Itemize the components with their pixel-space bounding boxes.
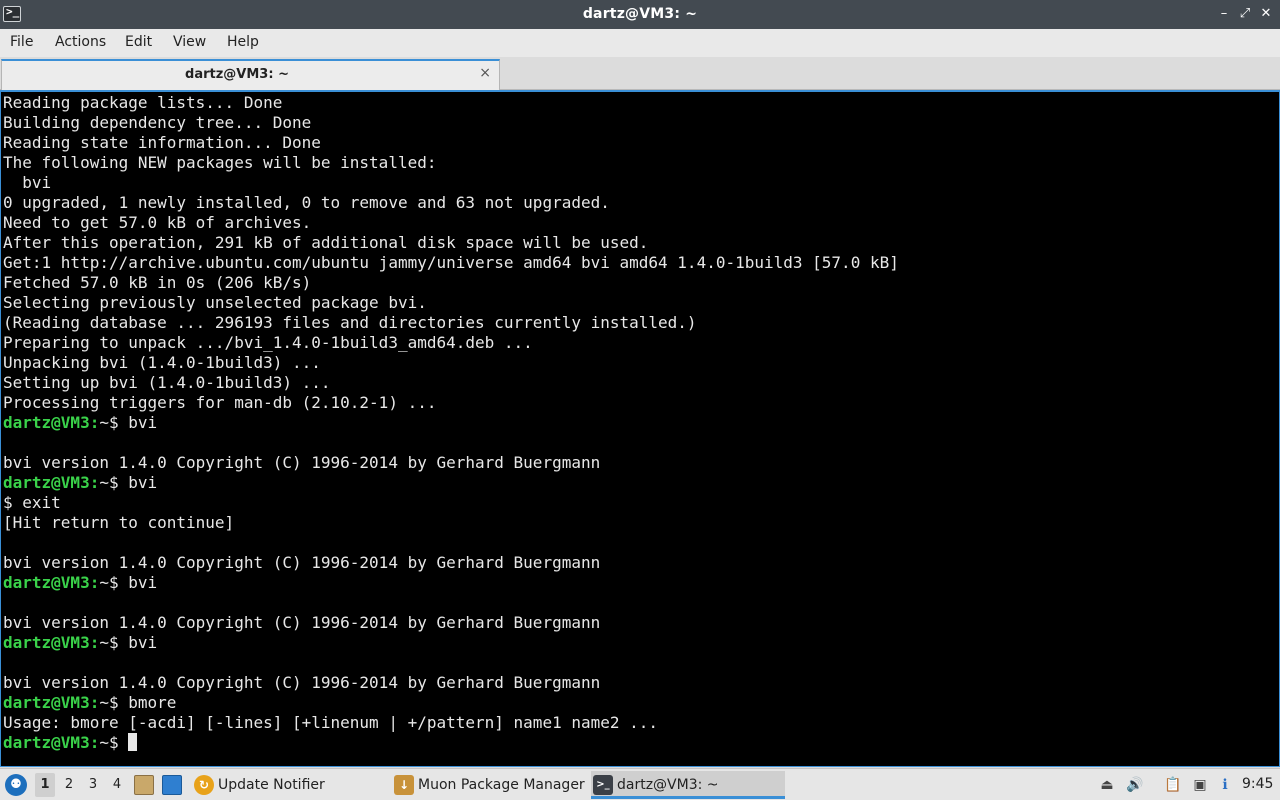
workspace-1[interactable]: 1	[35, 773, 55, 797]
terminal-output-line: Unpacking bvi (1.4.0-1build3) ...	[3, 353, 321, 372]
clipboard-icon[interactable]: 📋	[1164, 776, 1182, 794]
menu-help[interactable]: Help	[227, 34, 259, 50]
command-text: bvi	[118, 573, 158, 592]
desktop-icon[interactable]	[162, 775, 182, 795]
workspace-2[interactable]: 2	[59, 777, 79, 792]
terminal-area[interactable]: Reading package lists... Done Building de…	[0, 90, 1280, 767]
prompt-path: ~$	[99, 633, 119, 652]
file-manager-icon[interactable]	[134, 775, 154, 795]
task-update-notifier[interactable]: ↻ Update Notifier	[192, 771, 388, 799]
maximize-icon[interactable]: ⤢	[1236, 5, 1254, 23]
notification-icon[interactable]: ℹ	[1216, 776, 1234, 794]
command-text: bmore	[118, 693, 177, 712]
close-icon[interactable]: ✕	[1257, 5, 1275, 23]
terminal-output-line: bvi version 1.4.0 Copyright (C) 1996-201…	[3, 613, 601, 632]
command-text	[119, 733, 129, 752]
shell-prompt: dartz@VM3:	[3, 633, 100, 652]
terminal-icon: >_	[593, 775, 613, 795]
terminal-output-line: Reading package lists... Done	[3, 93, 283, 112]
terminal-output-line: Fetched 57.0 kB in 0s (206 kB/s)	[3, 273, 312, 292]
tab-bar: dartz@VM3: ~ ×	[0, 57, 1280, 90]
terminal-output-line: (Reading database ... 296193 files and d…	[3, 313, 697, 332]
task-muon-package-manager[interactable]: ↓ Muon Package Manager	[392, 771, 588, 799]
terminal-prompt-line: dartz@VM3:~$	[3, 733, 899, 753]
terminal-output-line: Selecting previously unselected package …	[3, 293, 427, 312]
taskbar: ⚉ 1 2 3 4 ↻ Update Notifier ↓ Muon Packa…	[0, 768, 1280, 800]
terminal-output-line: Usage: bmore [-acdi] [-lines] [+linenum …	[3, 713, 659, 732]
muon-package-icon: ↓	[394, 775, 414, 795]
removable-media-icon[interactable]: ⏏	[1098, 776, 1116, 794]
volume-icon[interactable]: 🔊	[1126, 776, 1144, 794]
terminal-output-line: [Hit return to continue]	[3, 513, 235, 532]
terminal-prompt-line: dartz@VM3:~$ bmore	[3, 693, 899, 713]
terminal-output-line: After this operation, 291 kB of addition…	[3, 233, 649, 252]
lubuntu-menu-icon[interactable]: ⚉	[5, 774, 27, 796]
terminal-prompt-line: dartz@VM3:~$ bvi	[3, 473, 899, 493]
terminal-prompt-line: dartz@VM3:~$ bvi	[3, 413, 899, 433]
tab-label: dartz@VM3: ~	[185, 67, 289, 82]
window-title: dartz@VM3: ~	[582, 6, 698, 22]
menu-edit[interactable]: Edit	[125, 34, 152, 50]
terminal-output-line: bvi version 1.4.0 Copyright (C) 1996-201…	[3, 453, 601, 472]
workspace-4[interactable]: 4	[107, 777, 127, 792]
terminal-prompt-line: dartz@VM3:~$ bvi	[3, 633, 899, 653]
task-label: Muon Package Manager	[418, 777, 585, 793]
terminal-output-line: bvi version 1.4.0 Copyright (C) 1996-201…	[3, 673, 601, 692]
command-text: bvi	[118, 633, 158, 652]
terminal-output-line: bvi version 1.4.0 Copyright (C) 1996-201…	[3, 553, 601, 572]
clock[interactable]: 9:45	[1242, 776, 1273, 792]
shell-prompt: dartz@VM3:	[3, 413, 100, 432]
terminal-output-line: Setting up bvi (1.4.0-1build3) ...	[3, 373, 331, 392]
prompt-path: ~$	[99, 573, 119, 592]
menu-actions[interactable]: Actions	[55, 34, 106, 50]
task-label: dartz@VM3: ~	[617, 777, 719, 793]
shell-prompt: dartz@VM3:	[3, 733, 100, 752]
shell-prompt: dartz@VM3:	[3, 573, 100, 592]
terminal-prompt-line: dartz@VM3:~$ bvi	[3, 573, 899, 593]
shell-prompt: dartz@VM3:	[3, 693, 100, 712]
terminal-output-line: Building dependency tree... Done	[3, 113, 312, 132]
workspace-3[interactable]: 3	[83, 777, 103, 792]
prompt-path: ~$	[99, 693, 119, 712]
terminal-output: Reading package lists... Done Building de…	[3, 93, 899, 753]
prompt-path: ~$	[99, 473, 119, 492]
command-text: bvi	[118, 473, 158, 492]
tab-terminal[interactable]: dartz@VM3: ~ ×	[1, 59, 500, 90]
terminal-output-line: The following NEW packages will be insta…	[3, 153, 437, 172]
task-label: Update Notifier	[218, 777, 325, 793]
terminal-output-line: Reading state information... Done	[3, 133, 321, 152]
terminal-output-line: $ exit	[3, 493, 61, 512]
command-text: bvi	[118, 413, 158, 432]
update-notifier-icon: ↻	[194, 775, 214, 795]
menu-file[interactable]: File	[10, 34, 33, 50]
terminal-output-line: Processing triggers for man-db (2.10.2-1…	[3, 393, 437, 412]
terminal-output-line: Get:1 http://archive.ubuntu.com/ubuntu j…	[3, 253, 899, 272]
window-titlebar: >_ dartz@VM3: ~ – ⤢ ✕	[0, 0, 1280, 29]
text-cursor	[128, 733, 138, 751]
tab-close-icon[interactable]: ×	[479, 65, 491, 81]
terminal-output-line: bvi	[3, 173, 52, 192]
shell-prompt: dartz@VM3:	[3, 473, 100, 492]
menu-bar: File Actions Edit View Help	[0, 29, 1280, 57]
prompt-path: ~$	[99, 733, 119, 752]
terminal-output-line: 0 upgraded, 1 newly installed, 0 to remo…	[3, 193, 610, 212]
menu-view[interactable]: View	[173, 34, 206, 50]
terminal-output-line: Need to get 57.0 kB of archives.	[3, 213, 312, 232]
terminal-output-line: Preparing to unpack .../bvi_1.4.0-1build…	[3, 333, 533, 352]
minimize-icon[interactable]: –	[1215, 5, 1233, 23]
prompt-path: ~$	[99, 413, 119, 432]
task-terminal[interactable]: >_ dartz@VM3: ~	[591, 771, 785, 799]
network-icon[interactable]: ▣	[1191, 776, 1209, 794]
